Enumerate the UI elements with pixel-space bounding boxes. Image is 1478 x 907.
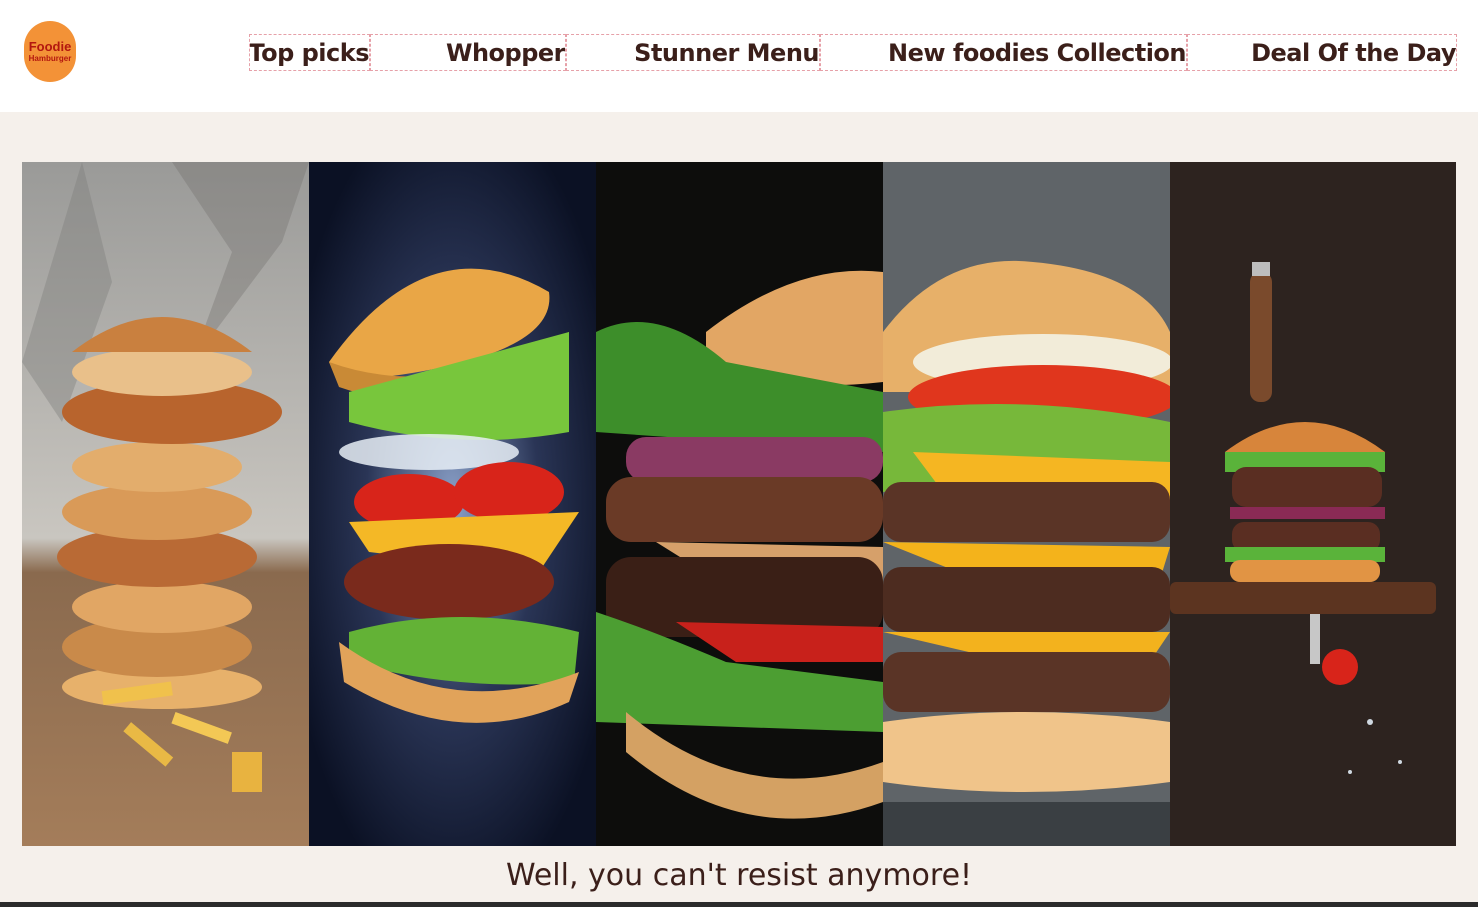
flying-ingredients-burger-image	[309, 162, 596, 846]
hero-tagline: Well, you can't resist anymore!	[505, 858, 973, 893]
knife-burger-on-board-image	[1170, 162, 1456, 846]
cheese-triple-burger-image	[883, 162, 1170, 846]
nav-whopper[interactable]: Whopper	[370, 34, 566, 71]
double-patty-burger-closeup-image	[596, 162, 883, 846]
nav-stunner-menu[interactable]: Stunner Menu	[566, 34, 820, 71]
main-nav: Top picks Whopper Stunner Menu New foodi…	[0, 34, 1478, 71]
nav-new-foodies-collection[interactable]: New foodies Collection	[820, 34, 1187, 71]
stacked-chicken-burger-image	[22, 162, 309, 846]
burger-hero-gallery	[22, 162, 1456, 846]
nav-deal-of-the-day[interactable]: Deal Of the Day	[1187, 34, 1457, 71]
bottom-divider	[0, 902, 1478, 907]
site-header: Foodie Hamburger Top picks Whopper Stunn…	[0, 0, 1478, 112]
nav-top-picks[interactable]: Top picks	[249, 34, 370, 71]
